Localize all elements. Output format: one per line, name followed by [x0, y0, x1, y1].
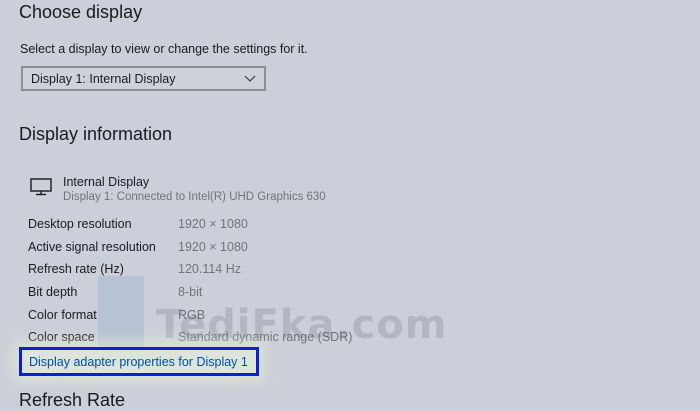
info-label: Refresh rate (Hz)	[28, 262, 124, 277]
choose-display-prompt: Select a display to view or change the s…	[20, 42, 308, 56]
display-adapter-properties-link[interactable]: Display adapter properties for Display 1	[29, 355, 248, 369]
info-value: 1920 × 1080	[178, 239, 248, 254]
adapter-link-highlight: Display adapter properties for Display 1	[19, 347, 259, 376]
display-summary: Internal Display Display 1: Connected to…	[30, 174, 326, 205]
info-label: Color space	[28, 330, 95, 345]
refresh-rate-heading: Refresh Rate	[19, 390, 126, 410]
info-value: 120.114 Hz	[178, 262, 242, 277]
display-select-dropdown[interactable]: Display 1: Internal Display	[21, 66, 266, 91]
chevron-down-icon	[244, 75, 256, 82]
info-value: 1920 × 1080	[178, 217, 248, 231]
display-name: Internal Display	[63, 175, 150, 189]
display-information-heading: Display information	[19, 124, 173, 144]
info-value: RGB	[178, 307, 206, 322]
info-label: Active signal resolution	[28, 239, 156, 254]
choose-display-heading: Choose display	[19, 2, 143, 22]
monitor-icon	[30, 178, 52, 196]
display-select-value: Display 1: Internal Display	[31, 71, 176, 86]
info-label: Desktop resolution	[28, 217, 132, 231]
info-label: Bit depth	[28, 285, 78, 300]
info-value: 8-bit	[178, 285, 203, 300]
info-label: Color format	[28, 307, 97, 322]
info-value: Standard dynamic range (SDR)	[178, 330, 353, 345]
watermark-logo-block	[98, 276, 144, 350]
display-connection-subtitle: Display 1: Connected to Intel(R) UHD Gra…	[63, 191, 326, 203]
